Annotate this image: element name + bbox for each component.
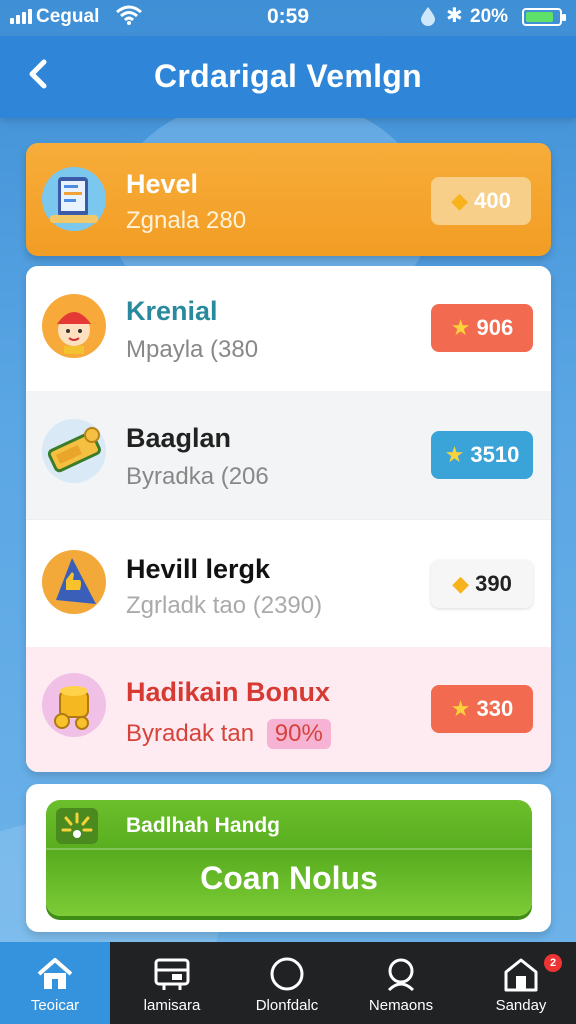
nav-item-home[interactable]: Teoicar [0,942,110,1024]
nav-item-circle[interactable]: Dlonfdalc [232,942,342,1024]
percent-tag: 90% [266,719,331,749]
media-icon [154,958,190,990]
store-icon [504,958,538,992]
row-subtitle-text: Byradak tan [126,720,255,747]
points-badge[interactable]: ★ 330 [431,685,533,733]
row-subtitle: Zgrladk tao (2390) [126,592,323,619]
nav-label: Sanday [495,997,547,1014]
battery-icon [522,8,566,26]
circle-icon [270,957,304,991]
treasure-icon [42,673,106,737]
coin-icon: ◆ [451,188,469,213]
row-subtitle: Byradka (206 [126,463,269,490]
bonus-hint: Badlhah Handg [126,814,281,837]
nav-item-media[interactable]: lamisara [117,942,227,1024]
sparkle-icon [54,806,100,846]
featured-title: Hevel [126,169,199,199]
search-icon [387,958,415,992]
points-badge[interactable]: ★ 906 [431,304,533,352]
nav-item-search[interactable]: Nemaons [346,942,456,1024]
notification-badge: 2 [544,954,562,972]
home-icon [37,958,73,989]
list-item[interactable]: Hadikain Bonux Byradak tan 90% ★ 330 [26,647,551,772]
app-header: Crdarigal Vemlgn [0,36,576,118]
points-badge[interactable]: ◆ 390 [431,560,533,608]
points-value: 3510 [470,442,520,467]
bonus-card: Badlhah Handg Coan Nolus [26,784,551,932]
featured-subtitle: Zgnala 280 [126,207,247,234]
star-icon: ★ [450,315,471,340]
nav-label: Nemaons [368,997,434,1014]
points-value: 906 [476,315,514,340]
status-bar: Cegual 0:59 ✱ 20% [0,0,576,36]
row-title: Hadikain Bonux [126,677,331,707]
star-icon: ★ [450,696,471,721]
list-item[interactable]: Krenial Mpayla (380 ★ 906 [26,266,551,391]
coin-icon: ◆ [452,571,470,596]
drop-icon [420,6,436,32]
featured-offer-card[interactable]: Hevel Zgnala 280 ◆ 400 [26,143,551,256]
list-item[interactable]: Hevill lergk Zgrladk tao (2390) ◆ 390 [26,519,551,647]
list-item[interactable]: Baaglan Byradka (206 ★ 3510 [26,391,551,519]
nav-label: Dlonfdalc [255,997,319,1014]
ticket-icon [42,419,106,483]
bottom-navigation: Teoicar lamisara Dlonfdalc Nemaons 2 San… [0,942,576,1024]
nav-item-store[interactable]: 2 Sanday [466,942,576,1024]
row-subtitle: Byradak tan 90% [126,719,331,749]
row-title: Krenial [126,296,218,326]
star-icon: ★ [444,442,465,467]
collect-bonus-button[interactable]: Badlhah Handg Coan Nolus [46,800,532,916]
row-title: Hevill lergk [126,554,271,584]
featured-points-badge[interactable]: ◆ 400 [431,177,531,225]
page-title: Crdarigal Vemlgn [154,58,422,94]
nav-label: lamisara [143,997,201,1014]
row-title: Baaglan [126,423,232,453]
tablet-icon [42,167,106,231]
bluetooth-icon: ✱ [446,5,463,27]
offer-list: Krenial Mpayla (380 ★ 906 Baaglan Byradk… [26,266,551,772]
points-badge[interactable]: ★ 3510 [431,431,533,479]
divider [46,848,532,850]
points-value: 330 [476,696,514,721]
person-avatar-icon [42,294,106,358]
battery-percent: 20% [470,6,509,27]
points-value: 400 [474,188,511,213]
bonus-button-label: Coan Nolus [200,860,378,896]
row-subtitle: Mpayla (380 [126,336,259,363]
thumbs-up-icon [42,550,106,614]
nav-label: Teoicar [30,997,80,1014]
points-value: 390 [475,571,512,596]
